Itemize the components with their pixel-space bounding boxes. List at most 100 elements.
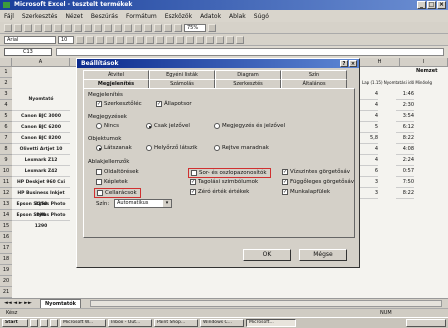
formulas-checkbox[interactable]: Képletek xyxy=(96,179,128,185)
increase-indent-icon[interactable] xyxy=(206,35,214,44)
column-header[interactable]: A xyxy=(12,58,70,67)
objects-show-radio[interactable]: Látszanak xyxy=(96,145,132,151)
quicklaunch-icon[interactable] xyxy=(50,319,58,327)
radio-dot[interactable] xyxy=(146,145,152,151)
table-cell[interactable]: Olivetti Artjet 10 xyxy=(12,144,70,155)
spelling-icon[interactable] xyxy=(54,23,62,32)
column-header[interactable]: H xyxy=(360,58,400,67)
table-cell[interactable]: 4:08 xyxy=(396,144,414,155)
table-cell[interactable]: 3 xyxy=(360,177,378,188)
outline-symbols-checkbox[interactable]: ✓ Tagolási szimbólumok xyxy=(190,179,258,185)
table-cell[interactable]: 2:30 xyxy=(396,100,414,111)
chevron-down-icon[interactable]: ▾ xyxy=(163,200,171,207)
checkbox-box[interactable] xyxy=(191,170,197,176)
table-cell[interactable]: 4 xyxy=(360,89,378,100)
table-cell[interactable]: 4 xyxy=(360,144,378,155)
tab-chart[interactable]: Diagram xyxy=(215,70,281,79)
decrease-indent-icon[interactable] xyxy=(196,35,204,44)
sort-desc-icon[interactable] xyxy=(154,23,162,32)
objects-hide-radio[interactable]: Rejtve maradnak xyxy=(214,145,269,151)
quicklaunch-icon[interactable] xyxy=(40,319,48,327)
radio-dot[interactable] xyxy=(146,123,152,129)
taskbar-item[interactable]: Inbox - Out... xyxy=(108,319,152,327)
tab-transition[interactable]: Átvitel xyxy=(83,70,149,79)
row-header[interactable]: 10 xyxy=(0,166,12,177)
menu-data[interactable]: Adatok xyxy=(196,13,225,20)
checkbox-box[interactable] xyxy=(96,169,102,175)
font-color-icon[interactable] xyxy=(236,35,244,44)
table-cell[interactable]: 0:57 xyxy=(396,166,414,177)
preview-icon[interactable] xyxy=(44,23,52,32)
menu-edit[interactable]: Szerkesztés xyxy=(18,13,62,20)
status-bar-checkbox[interactable]: ✓ Állapotsor xyxy=(156,101,192,107)
checkbox-box[interactable]: ✓ xyxy=(282,169,288,175)
tab-general[interactable]: Általános xyxy=(281,79,347,88)
currency-icon[interactable] xyxy=(146,35,154,44)
gridline-color-select[interactable]: Automatikus ▾ xyxy=(114,199,172,208)
zero-values-checkbox[interactable]: ✓ Zéró érték értékek xyxy=(190,189,249,195)
save-icon[interactable] xyxy=(24,23,32,32)
row-header[interactable]: 2 xyxy=(0,78,12,89)
menu-view[interactable]: Nézet xyxy=(61,13,86,20)
underline-icon[interactable] xyxy=(96,35,104,44)
dialog-help-button[interactable]: ? xyxy=(340,60,348,67)
align-center-icon[interactable] xyxy=(116,35,124,44)
font-select[interactable]: Arial xyxy=(4,35,56,44)
row-header[interactable]: 12 xyxy=(0,188,12,199)
print-icon[interactable] xyxy=(34,23,42,32)
checkbox-box[interactable]: ✓ xyxy=(96,101,102,107)
table-cell[interactable]: HP Business Inkjet 2250 xyxy=(12,188,70,207)
undo-icon[interactable] xyxy=(94,23,102,32)
header-cell[interactable]: Nemzet xyxy=(416,68,437,74)
row-col-headers-checkbox[interactable]: Sor- és oszlopazonosítók xyxy=(188,168,271,178)
table-cell[interactable]: 4 xyxy=(360,111,378,122)
comments-indicator-radio[interactable]: Csak jelzővel xyxy=(146,123,190,129)
fill-color-icon[interactable] xyxy=(226,35,234,44)
hyperlink-icon[interactable] xyxy=(114,23,122,32)
drawing-icon[interactable] xyxy=(174,23,182,32)
table-cell[interactable]: 8:22 xyxy=(396,188,414,199)
bold-icon[interactable] xyxy=(76,35,84,44)
table-cell[interactable]: Canon BJC 6200 xyxy=(12,122,70,133)
row-header[interactable]: 8 xyxy=(0,144,12,155)
table-cell[interactable]: 7:50 xyxy=(396,177,414,188)
sheet-tabs-checkbox[interactable]: ✓ Munkalapfülek xyxy=(282,189,330,195)
comments-all-radio[interactable]: Megjegyzés és jelzővel xyxy=(214,123,285,129)
table-cell[interactable]: Canon BJC 8200 xyxy=(12,133,70,144)
maximize-button[interactable]: □ xyxy=(427,1,436,9)
row-header[interactable]: 13 xyxy=(0,199,12,210)
menu-help[interactable]: Súgó xyxy=(250,13,273,20)
copy-icon[interactable] xyxy=(74,23,82,32)
taskbar-item[interactable]: Windows C... xyxy=(200,319,244,327)
row-header[interactable]: 3 xyxy=(0,89,12,100)
horizontal-scrollbar[interactable] xyxy=(90,300,442,307)
row-header[interactable]: 14 xyxy=(0,210,12,221)
table-cell[interactable]: 5 xyxy=(360,122,378,133)
cancel-button[interactable]: Mégse xyxy=(299,249,347,261)
row-header[interactable]: 21 xyxy=(0,287,12,298)
open-icon[interactable] xyxy=(14,23,22,32)
checkbox-box[interactable] xyxy=(96,179,102,185)
table-cell[interactable]: 1:46 xyxy=(396,89,414,100)
align-left-icon[interactable] xyxy=(106,35,114,44)
sheet-nav-icon[interactable]: ◄◄ ◄ ► ►► xyxy=(4,300,32,306)
taskbar-item[interactable]: Paint Shop... xyxy=(154,319,198,327)
taskbar-item-active[interactable]: Microsoft... xyxy=(246,319,296,327)
select-all-corner[interactable] xyxy=(0,58,12,67)
tab-edit[interactable]: Szerkesztés xyxy=(215,79,281,88)
table-cell[interactable]: HP Deskjet 960 Cxi xyxy=(12,177,70,188)
row-header[interactable]: 16 xyxy=(0,232,12,243)
font-size-select[interactable]: 10 xyxy=(58,35,74,44)
italic-icon[interactable] xyxy=(86,35,94,44)
row-header[interactable]: 1 xyxy=(0,67,12,78)
row-header[interactable]: 19 xyxy=(0,265,12,276)
menu-format[interactable]: Formátum xyxy=(122,13,161,20)
help-icon[interactable] xyxy=(208,23,216,32)
table-cell[interactable]: 6:12 xyxy=(396,122,414,133)
checkbox-box[interactable] xyxy=(97,190,103,196)
row-header[interactable]: 9 xyxy=(0,155,12,166)
table-cell[interactable]: 8:22 xyxy=(396,133,414,144)
table-cell[interactable]: 3:54 xyxy=(396,111,414,122)
row-header[interactable]: 20 xyxy=(0,276,12,287)
checkbox-box[interactable]: ✓ xyxy=(282,189,288,195)
